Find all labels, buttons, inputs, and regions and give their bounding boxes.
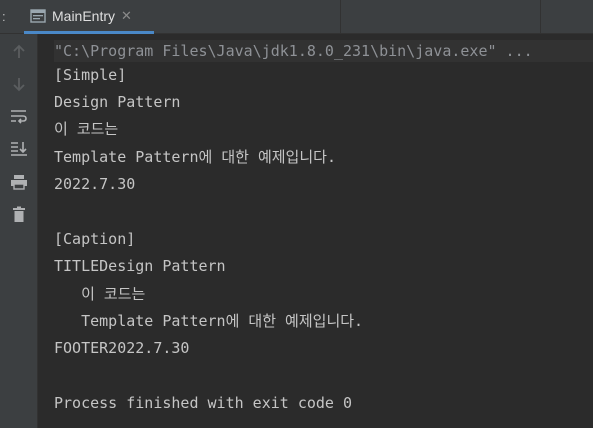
console-line: [Caption] [54, 230, 136, 248]
console-toolbar [0, 34, 38, 428]
run-command-line: "C:\Program Files\Java\jdk1.8.0_231\bin\… [54, 40, 593, 62]
soft-wrap-icon[interactable] [9, 106, 29, 126]
console-line: 이 코드는 [54, 285, 146, 303]
console-line: 2022.7.30 [54, 175, 136, 193]
run-tool-window: : MainEntry ✕ "C:\Program Files\Java\jdk… [0, 0, 593, 428]
console-window-icon [30, 8, 46, 23]
console-line: [Simple] [54, 66, 127, 84]
console-line: 이 코드는 [54, 120, 119, 138]
divider [340, 0, 341, 34]
exit-status-line: Process finished with exit code 0 [54, 394, 353, 412]
console-line: Design Pattern [54, 93, 181, 111]
console-line: Template Pattern에 대한 예제입니다. [54, 312, 364, 330]
console-output[interactable]: "C:\Program Files\Java\jdk1.8.0_231\bin\… [38, 34, 593, 428]
divider [540, 0, 541, 34]
tab-label: MainEntry [52, 7, 116, 24]
up-arrow-icon[interactable] [9, 42, 29, 62]
tab-bar: : MainEntry ✕ [0, 0, 593, 34]
console-line: TITLEDesign Pattern [54, 257, 226, 275]
tab-mainentry[interactable]: MainEntry ✕ [24, 0, 154, 34]
close-icon[interactable]: ✕ [121, 8, 132, 24]
console-line: FOOTER2022.7.30 [54, 339, 190, 357]
down-arrow-icon[interactable] [9, 74, 29, 94]
tab-prefix: : [2, 9, 6, 24]
trash-icon[interactable] [9, 204, 29, 224]
scroll-to-end-icon[interactable] [9, 138, 29, 158]
print-icon[interactable] [9, 172, 29, 192]
console-line: Template Pattern에 대한 예제입니다. [54, 148, 336, 166]
